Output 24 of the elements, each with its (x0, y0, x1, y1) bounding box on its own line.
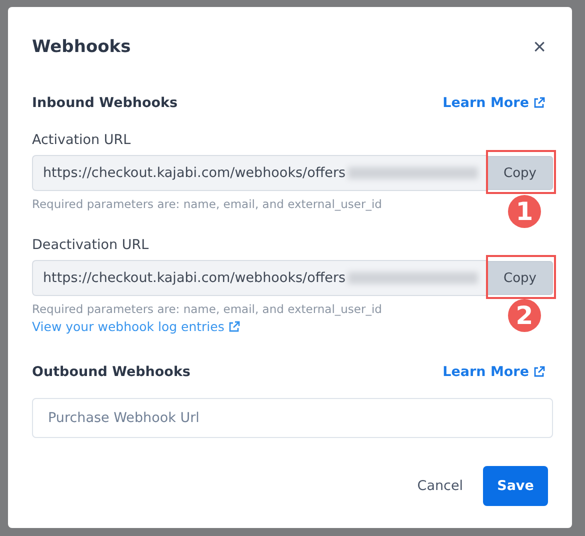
external-link-icon (228, 320, 240, 332)
highlight-frame (486, 150, 556, 194)
copy-button[interactable]: Copy (487, 261, 553, 295)
close-button[interactable]: × (529, 36, 550, 58)
section-heading: Inbound Webhooks (32, 95, 178, 111)
number-callout: 1 (508, 195, 541, 228)
field-label: Deactivation URL (32, 237, 150, 253)
hint-text: Required parameters are: name, email, and external_user_id (32, 197, 382, 211)
cancel-button[interactable]: Cancel (413, 470, 467, 502)
highlight-frame (486, 255, 556, 299)
hint-text: Required parameters are: name, email, and external_user_id (32, 302, 382, 316)
external-link-icon (533, 97, 545, 109)
url-field[interactable]: https://checkout.kajabi.com/webhooks/offers (32, 260, 487, 296)
section-heading: Outbound Webhooks (32, 364, 190, 380)
save-button[interactable]: Save (483, 466, 548, 506)
dialog-title: Webhooks (32, 37, 131, 57)
external-link-icon (533, 366, 545, 378)
learn-more-link[interactable]: Learn More (442, 364, 545, 380)
url-field[interactable]: https://checkout.kajabi.com/webhooks/offers (32, 155, 487, 191)
copy-button[interactable]: Copy (487, 156, 553, 190)
number-callout: 2 (508, 299, 541, 332)
learn-more-link[interactable]: Learn More (442, 95, 545, 111)
field-label: Activation URL (32, 132, 132, 148)
webhook-url-input[interactable]: Purchase Webhook Url (32, 398, 553, 438)
